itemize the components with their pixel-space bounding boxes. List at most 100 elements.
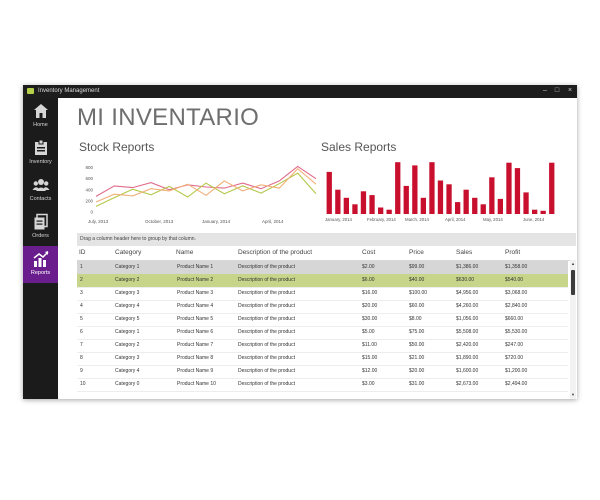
column-header-id[interactable]: ID: [79, 246, 86, 260]
cell-sales: $2,673.00: [456, 381, 479, 387]
cell-id: 2: [80, 277, 83, 283]
table-row[interactable]: 9 Category 4 Product Name 9 Description of …: [77, 365, 568, 379]
column-header-price[interactable]: Price: [409, 246, 424, 260]
table-row[interactable]: 10 Category 0 Product Name 10 Description o…: [77, 378, 568, 392]
main-content: MI INVENTARIO Stock Reports 800 600 400 200…: [58, 98, 577, 399]
stock-series-3-line: [95, 167, 317, 203]
cell-sales: $1,890.00: [456, 355, 479, 361]
cell-name: Product Name 4: [177, 303, 214, 309]
table-row[interactable]: 7 Category 2 Product Name 7 Description of …: [77, 339, 568, 353]
table-row[interactable]: 6 Category 1 Product Name 6 Description of …: [77, 326, 568, 340]
cell-cost: $20.00: [362, 303, 378, 309]
column-header-cost[interactable]: Cost: [362, 246, 375, 260]
cell-sales: $1,056.00: [456, 316, 479, 322]
cell-id: 5: [80, 316, 83, 322]
table-row[interactable]: 2 Category 2 Product Name 2 Description of …: [77, 274, 568, 288]
column-header-description[interactable]: Description of the product: [238, 246, 312, 260]
table-row[interactable]: 3 Category 3 Product Name 3 Description of …: [77, 287, 568, 301]
cell-price: $40.00: [409, 277, 425, 283]
cell-category: Category 0: [115, 381, 140, 387]
sidebar-item-label: Reports: [30, 270, 51, 276]
cell-price: $8.00: [409, 316, 422, 322]
cell-price: $31.00: [409, 381, 425, 387]
cell-profit: $540.00: [505, 277, 524, 283]
sales-bar: [326, 171, 332, 214]
sidebar-item-label: Inventory: [29, 159, 52, 165]
sidebar-item-orders[interactable]: Orders: [23, 209, 58, 246]
sales-reports-bar-chart: January, 2014 February, 2014 March, 2014 Ap…: [325, 162, 555, 222]
x-tick-label: June, 2014: [523, 217, 545, 222]
scroll-down-icon[interactable]: ▼: [570, 392, 576, 397]
table-row[interactable]: 5 Category 5 Product Name 5 Description of …: [77, 313, 568, 327]
sales-bar: [506, 162, 512, 214]
cell-name: Product Name 2: [177, 277, 214, 283]
vertical-scrollbar[interactable]: ▲ ▼: [570, 260, 576, 399]
y-tick-label: 200: [85, 198, 93, 203]
sales-bar: [403, 185, 409, 214]
cell-profit: $2,494.00: [505, 381, 528, 387]
minimize-icon[interactable]: –: [539, 85, 551, 98]
title-bar: Inventory Management – □ ×: [23, 85, 577, 98]
close-icon[interactable]: ×: [564, 85, 576, 98]
contacts-icon: [32, 179, 49, 191]
cell-cost: $16.00: [362, 290, 378, 296]
sales-bar: [360, 191, 367, 214]
cell-name: Product Name 10: [177, 381, 216, 387]
app-window: Inventory Management – □ × Home Inventor…: [23, 85, 577, 399]
cell-cost: $6.00: [362, 277, 375, 283]
cell-sales: $1,386.00: [456, 264, 479, 270]
sales-bar: [489, 177, 495, 214]
group-by-panel[interactable]: Drag a column header here to group by th…: [77, 233, 576, 246]
cell-price: $99.00: [409, 264, 425, 270]
cell-category: Category 3: [115, 290, 140, 296]
column-header-category[interactable]: Category: [115, 246, 141, 260]
sales-bar: [497, 198, 503, 214]
cell-id: 6: [80, 329, 83, 335]
sales-bar: [335, 189, 341, 214]
column-header-name[interactable]: Name: [176, 246, 193, 260]
column-header-sales[interactable]: Sales: [456, 246, 472, 260]
sidebar-item-reports[interactable]: Reports: [23, 246, 58, 283]
table-row[interactable]: 4 Category 4 Product Name 4 Description of …: [77, 300, 568, 314]
maximize-icon[interactable]: □: [551, 85, 563, 98]
cell-profit: $247.00: [505, 342, 524, 348]
table-row[interactable]: 1 Category 1 Product Name 1 Description of …: [77, 261, 568, 275]
x-tick-label: May, 2014: [483, 217, 503, 222]
cell-description: Description of the product: [238, 381, 295, 387]
sales-bar: [540, 210, 546, 214]
app-logo-icon: [27, 88, 34, 94]
sidebar-item-home[interactable]: Home: [23, 98, 58, 135]
scrollbar-thumb[interactable]: [571, 270, 575, 295]
cell-category: Category 2: [115, 277, 140, 283]
cell-price: $75.00: [409, 329, 425, 335]
x-tick-label: July, 2013: [88, 219, 109, 224]
cell-description: Description of the product: [238, 303, 295, 309]
sales-bar: [523, 192, 529, 214]
cell-profit: $5,530.00: [505, 329, 528, 335]
scroll-up-icon[interactable]: ▲: [570, 261, 576, 266]
table-row[interactable]: 8 Category 3 Product Name 8 Description of …: [77, 352, 568, 366]
sales-bar: [343, 197, 349, 214]
orders-icon: [34, 213, 48, 230]
sidebar-item-label: Home: [33, 122, 48, 128]
cell-name: Product Name 3: [177, 290, 214, 296]
sales-bar: [472, 197, 478, 214]
cell-profit: $1,200.00: [505, 368, 528, 374]
column-header-profit[interactable]: Profit: [505, 246, 520, 260]
cell-id: 10: [80, 381, 86, 387]
cell-id: 4: [80, 303, 83, 309]
cell-profit: $2,840.00: [505, 303, 528, 309]
sidebar-item-contacts[interactable]: Contacts: [23, 172, 58, 209]
cell-sales: $630.00: [456, 277, 475, 283]
cell-profit: $720.00: [505, 355, 524, 361]
cell-id: 3: [80, 290, 83, 296]
sales-reports-title: Sales Reports: [321, 140, 397, 154]
sidebar-item-inventory[interactable]: Inventory: [23, 135, 58, 172]
group-hint-text: Drag a column header here to group by th…: [80, 236, 196, 242]
window-title: Inventory Management: [38, 88, 100, 94]
sales-bar: [429, 162, 435, 214]
inventory-icon: [34, 139, 47, 155]
sales-bar: [352, 204, 358, 214]
page-title: MI INVENTARIO: [77, 104, 260, 131]
x-tick-label: March, 2014: [405, 217, 429, 222]
